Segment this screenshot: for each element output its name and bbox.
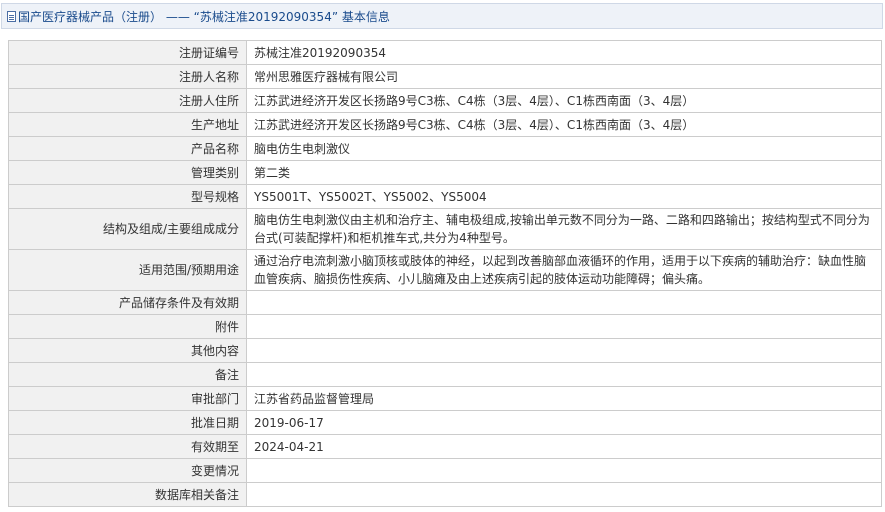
row-value: 常州思雅医疗器械有限公司 bbox=[246, 64, 882, 89]
row-value: 通过治疗电流刺激小脑顶核或肢体的神经，以起到改善脑部血液循环的作用，适用于以下疾… bbox=[246, 249, 882, 291]
row-value bbox=[246, 482, 882, 507]
table-row: 数据库相关备注 bbox=[8, 482, 882, 507]
page-header: 国产医疗器械产品（注册） —— “苏械注准20192090354” 基本信息 bbox=[1, 3, 883, 29]
row-label: 批准日期 bbox=[8, 410, 247, 435]
row-value bbox=[246, 338, 882, 363]
row-label: 注册证编号 bbox=[8, 40, 247, 65]
row-value: YS5001T、YS5002T、YS5002、YS5004 bbox=[246, 184, 882, 209]
info-table: 注册证编号 苏械注准20192090354 注册人名称 常州思雅医疗器械有限公司… bbox=[8, 40, 882, 507]
row-label: 型号规格 bbox=[8, 184, 247, 209]
table-row: 注册人住所 江苏武进经济开发区长扬路9号C3栋、C4栋（3层、4层）、C1栋西南… bbox=[8, 88, 882, 113]
row-label: 产品储存条件及有效期 bbox=[8, 290, 247, 315]
row-value bbox=[246, 290, 882, 315]
row-value bbox=[246, 314, 882, 339]
row-value: 江苏武进经济开发区长扬路9号C3栋、C4栋（3层、4层）、C1栋西南面（3、4层… bbox=[246, 88, 882, 113]
row-label: 生产地址 bbox=[8, 112, 247, 137]
row-label: 产品名称 bbox=[8, 136, 247, 161]
row-label: 注册人住所 bbox=[8, 88, 247, 113]
table-row: 结构及组成/主要组成成分 脑电仿生电刺激仪由主机和治疗主、辅电极组成,按输出单元… bbox=[8, 208, 882, 250]
row-label: 数据库相关备注 bbox=[8, 482, 247, 507]
row-label: 注册人名称 bbox=[8, 64, 247, 89]
row-label: 适用范围/预期用途 bbox=[8, 249, 247, 291]
row-label: 变更情况 bbox=[8, 458, 247, 483]
row-value: 江苏省药品监督管理局 bbox=[246, 386, 882, 411]
row-label: 其他内容 bbox=[8, 338, 247, 363]
row-label: 有效期至 bbox=[8, 434, 247, 459]
table-row: 适用范围/预期用途 通过治疗电流刺激小脑顶核或肢体的神经，以起到改善脑部血液循环… bbox=[8, 249, 882, 291]
table-row: 变更情况 bbox=[8, 458, 882, 483]
row-label: 审批部门 bbox=[8, 386, 247, 411]
table-row: 审批部门 江苏省药品监督管理局 bbox=[8, 386, 882, 411]
table-row: 产品储存条件及有效期 bbox=[8, 290, 882, 315]
row-label: 结构及组成/主要组成成分 bbox=[8, 208, 247, 250]
row-value bbox=[246, 458, 882, 483]
table-row: 有效期至 2024-04-21 bbox=[8, 434, 882, 459]
table-row: 生产地址 江苏武进经济开发区长扬路9号C3栋、C4栋（3层、4层）、C1栋西南面… bbox=[8, 112, 882, 137]
row-value bbox=[246, 362, 882, 387]
table-row: 型号规格 YS5001T、YS5002T、YS5002、YS5004 bbox=[8, 184, 882, 209]
table-row: 附件 bbox=[8, 314, 882, 339]
table-row: 批准日期 2019-06-17 bbox=[8, 410, 882, 435]
table-row: 管理类别 第二类 bbox=[8, 160, 882, 185]
row-value: 2024-04-21 bbox=[246, 434, 882, 459]
row-value: 2019-06-17 bbox=[246, 410, 882, 435]
row-label: 备注 bbox=[8, 362, 247, 387]
row-value: 江苏武进经济开发区长扬路9号C3栋、C4栋（3层、4层）、C1栋西南面（3、4层… bbox=[246, 112, 882, 137]
table-row: 其他内容 bbox=[8, 338, 882, 363]
table-row: 注册人名称 常州思雅医疗器械有限公司 bbox=[8, 64, 882, 89]
row-value: 苏械注准20192090354 bbox=[246, 40, 882, 65]
row-value: 脑电仿生电刺激仪由主机和治疗主、辅电极组成,按输出单元数不同分为一路、二路和四路… bbox=[246, 208, 882, 250]
row-label: 附件 bbox=[8, 314, 247, 339]
row-label: 管理类别 bbox=[8, 160, 247, 185]
row-value: 第二类 bbox=[246, 160, 882, 185]
document-icon bbox=[7, 10, 16, 22]
table-row: 注册证编号 苏械注准20192090354 bbox=[8, 40, 882, 65]
row-value: 脑电仿生电刺激仪 bbox=[246, 136, 882, 161]
table-row: 产品名称 脑电仿生电刺激仪 bbox=[8, 136, 882, 161]
table-row: 备注 bbox=[8, 362, 882, 387]
page-title: 国产医疗器械产品（注册） —— “苏械注准20192090354” 基本信息 bbox=[18, 9, 390, 24]
